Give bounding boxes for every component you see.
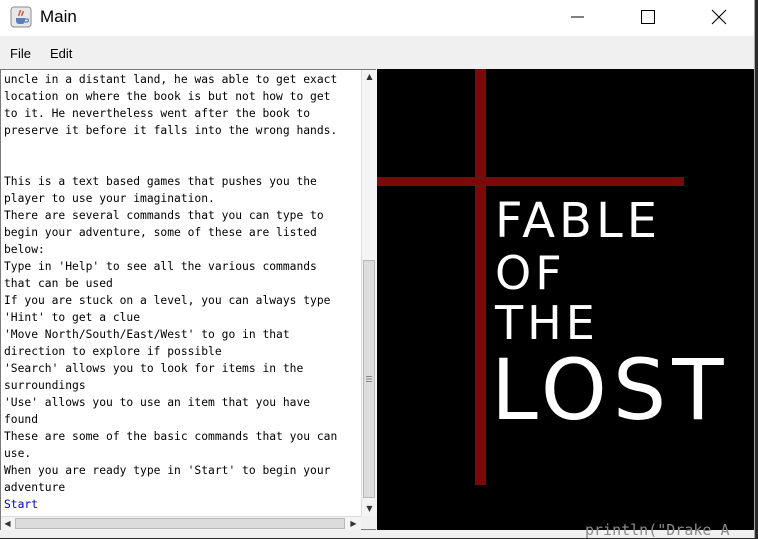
text-line: These are some of the basic commands tha…	[4, 430, 338, 443]
vertical-scroll-thumb[interactable]	[363, 260, 375, 498]
main-window: Main File Edit uncle in a distant land, …	[0, 0, 755, 538]
scroll-right-icon[interactable]: ▶	[347, 517, 360, 530]
close-button[interactable]	[696, 0, 742, 34]
maximize-button[interactable]	[625, 0, 671, 34]
background-editor-code: println("Drake A	[585, 521, 730, 539]
text-line: found	[4, 413, 39, 426]
java-app-icon	[10, 6, 32, 28]
user-input-line[interactable]: Start	[4, 496, 359, 513]
grip-icon	[366, 376, 372, 382]
scroll-up-icon[interactable]: ▲	[363, 70, 376, 83]
menu-edit[interactable]: Edit	[50, 46, 72, 61]
horizontal-scroll-thumb[interactable]	[15, 518, 345, 529]
text-line: begin your adventure, some of these are …	[4, 226, 317, 239]
text-line: Type in 'Help' to see all the various co…	[4, 260, 317, 273]
title-art-line: OF	[495, 246, 566, 300]
minimize-icon	[571, 16, 584, 18]
cross-vertical-bar	[475, 69, 486, 485]
text-line: surroundings	[4, 379, 86, 392]
text-line: There are several commands that you can …	[4, 209, 324, 222]
text-line: below:	[4, 243, 45, 256]
title-art-line: FABLE	[495, 193, 661, 249]
menu-bar: File Edit	[0, 37, 754, 69]
title-art: FABLE OF THE LOST	[377, 69, 730, 485]
story-text-area[interactable]: uncle in a distant land, he was able to …	[4, 71, 359, 517]
text-line: 'Use' allows you to use an item that you…	[4, 396, 311, 409]
menu-file[interactable]: File	[10, 46, 31, 61]
text-line: use.	[4, 447, 32, 460]
text-line: 'Move North/South/East/West' to go in th…	[4, 328, 290, 341]
text-line: preserve it before it falls into the wro…	[4, 124, 338, 137]
vertical-scrollbar[interactable]: ▲ ▼	[361, 70, 377, 516]
text-line: When you are ready type in 'Start' to be…	[4, 464, 331, 477]
text-line: that can be used	[4, 277, 113, 290]
horizontal-scrollbar[interactable]: ◀ ▶	[1, 516, 361, 530]
text-line: direction to explore if possible	[4, 345, 222, 358]
text-line: 'Hint' to get a clue	[4, 311, 141, 324]
text-line: If you are stuck on a level, you can alw…	[4, 294, 331, 307]
close-icon	[711, 9, 727, 25]
text-line: This is a text based games that pushes y…	[4, 175, 317, 188]
text-line	[4, 156, 359, 173]
text-line: location on where the book is but not ho…	[4, 90, 331, 103]
scroll-corner	[361, 516, 376, 529]
scroll-down-icon[interactable]: ▼	[363, 502, 376, 515]
text-line: 'Search' allows you to look for items in…	[4, 362, 304, 375]
cross-horizontal-bar	[377, 177, 684, 186]
title-bar: Main	[0, 0, 754, 36]
scroll-left-icon[interactable]: ◀	[1, 517, 14, 530]
window-title: Main	[40, 7, 77, 26]
title-art-line: LOST	[491, 341, 730, 439]
story-text-panel: uncle in a distant land, he was able to …	[0, 69, 377, 530]
text-line: player to use your imagination.	[4, 192, 215, 205]
text-line: adventure	[4, 481, 66, 494]
minimize-button[interactable]	[554, 0, 600, 34]
text-line: uncle in a distant land, he was able to …	[4, 73, 338, 86]
text-line: to it. He nevertheless went after the bo…	[4, 107, 311, 120]
title-art-panel: FABLE OF THE LOST	[377, 69, 754, 530]
text-line	[4, 139, 359, 156]
maximize-icon	[641, 10, 655, 24]
